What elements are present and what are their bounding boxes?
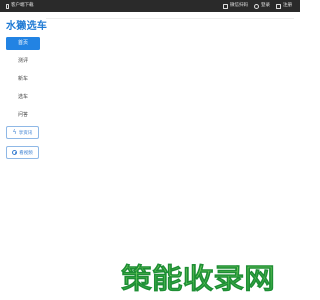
phone-icon bbox=[6, 3, 9, 9]
sidebar-nav: 首页 测评 新车 选车 问答 bbox=[6, 37, 40, 127]
watermark-text: 策能收录网 bbox=[121, 262, 275, 294]
qr-square-icon bbox=[223, 3, 228, 9]
register-square-icon bbox=[276, 3, 281, 9]
register-label: 注册 bbox=[283, 3, 292, 8]
wechat-scan-link[interactable]: 微信扫码 bbox=[223, 0, 248, 12]
wechat-scan-label: 微信扫码 bbox=[230, 3, 248, 8]
video-button-label: 看视频 bbox=[19, 150, 33, 156]
top-bar: 客户端下载 微信扫码 登录 注册 bbox=[0, 0, 300, 12]
bolt-icon: ϟ bbox=[12, 128, 17, 136]
news-button[interactable]: ϟ 享资讯 bbox=[6, 126, 39, 139]
login-link[interactable]: 登录 bbox=[254, 0, 270, 12]
register-link[interactable]: 注册 bbox=[276, 0, 292, 12]
play-circle-icon bbox=[12, 150, 18, 155]
video-button[interactable]: 看视频 bbox=[6, 146, 39, 159]
nav-item-choose-car[interactable]: 选车 bbox=[6, 91, 40, 104]
download-app-link[interactable]: 客户端下载 bbox=[6, 0, 34, 12]
watermark-logo: 策能收录网 bbox=[121, 262, 275, 294]
nav-item-review[interactable]: 测评 bbox=[6, 55, 40, 68]
site-logo[interactable]: 水獭选车 bbox=[6, 17, 47, 32]
user-icon bbox=[254, 3, 259, 9]
nav-item-home[interactable]: 首页 bbox=[6, 37, 40, 50]
login-label: 登录 bbox=[261, 3, 270, 8]
nav-item-new-cars[interactable]: 新车 bbox=[6, 73, 40, 86]
download-app-label: 客户端下载 bbox=[11, 3, 34, 8]
news-button-label: 享资讯 bbox=[18, 130, 33, 136]
header-divider bbox=[46, 18, 294, 19]
nav-item-qa[interactable]: 问答 bbox=[6, 109, 40, 122]
